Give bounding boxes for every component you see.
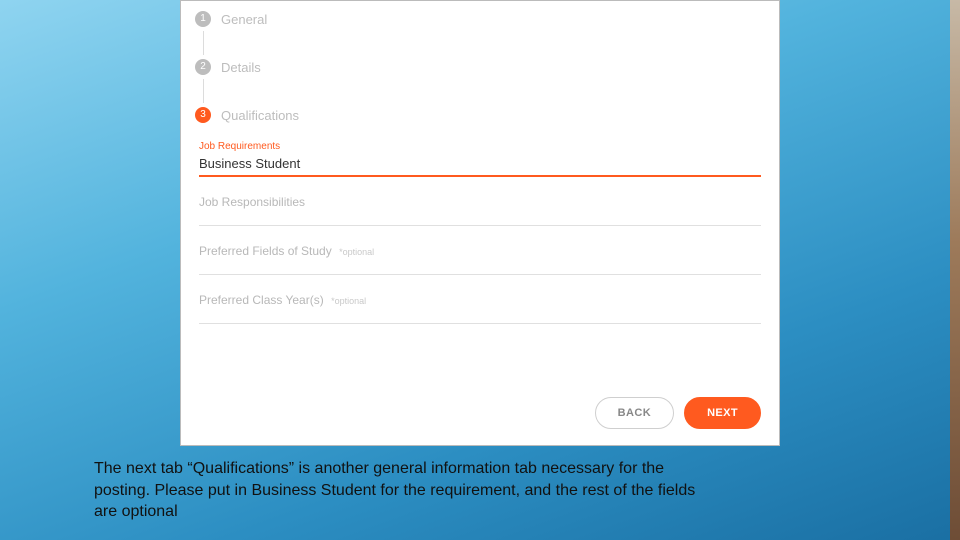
step-label-general: General <box>221 12 267 27</box>
field-class-year: Preferred Class Year(s) *optional <box>199 293 761 324</box>
next-button[interactable]: NEXT <box>684 397 761 429</box>
back-button[interactable]: BACK <box>595 397 674 429</box>
input-class-year[interactable] <box>199 309 761 324</box>
slide: 1 General 2 Details 3 Qualifications Job… <box>0 0 960 540</box>
optional-tag: *optional <box>331 296 366 306</box>
form-panel: 1 General 2 Details 3 Qualifications Job… <box>180 0 780 446</box>
background-sliver <box>950 0 960 540</box>
input-job-responsibilities[interactable] <box>199 211 761 226</box>
step-badge-3: 3 <box>195 107 211 123</box>
step-label-qualifications: Qualifications <box>221 108 299 123</box>
slide-caption: The next tab “Qualifications” is another… <box>94 458 704 523</box>
label-class-year: Preferred Class Year(s) *optional <box>199 293 761 307</box>
step-details[interactable]: 2 Details <box>195 55 765 79</box>
field-job-responsibilities: Job Responsibilities <box>199 195 761 226</box>
label-fields-of-study: Preferred Fields of Study *optional <box>199 244 761 258</box>
input-fields-of-study[interactable] <box>199 260 761 275</box>
button-row: BACK NEXT <box>595 397 761 429</box>
step-badge-1: 1 <box>195 11 211 27</box>
step-qualifications[interactable]: 3 Qualifications <box>195 103 765 127</box>
step-connector <box>203 31 205 55</box>
label-fields-of-study-text: Preferred Fields of Study <box>199 244 332 258</box>
field-fields-of-study: Preferred Fields of Study *optional <box>199 244 761 275</box>
form-panel-inner: 1 General 2 Details 3 Qualifications Job… <box>181 1 779 324</box>
field-job-requirements: Job Requirements <box>199 141 761 177</box>
label-class-year-text: Preferred Class Year(s) <box>199 293 324 307</box>
input-job-requirements[interactable] <box>199 154 761 177</box>
optional-tag: *optional <box>339 247 374 257</box>
step-general[interactable]: 1 General <box>195 7 765 31</box>
label-job-responsibilities: Job Responsibilities <box>199 195 761 209</box>
step-label-details: Details <box>221 60 261 75</box>
label-job-requirements: Job Requirements <box>199 141 761 152</box>
form-section: Job Requirements Job Responsibilities Pr… <box>195 141 765 324</box>
step-connector <box>203 79 205 103</box>
step-badge-2: 2 <box>195 59 211 75</box>
